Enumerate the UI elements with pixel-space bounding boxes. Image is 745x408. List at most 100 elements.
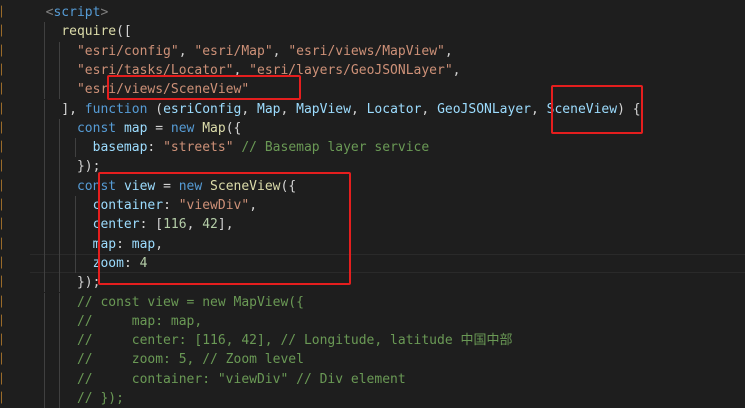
code-token: basemap [92,140,148,156]
indent-guide [43,80,45,100]
highlight-box-param [551,85,643,134]
code-token: // container: "viewDiv" // Div element [76,371,406,387]
line-marker: ▏ [1,45,7,57]
code-line[interactable]: // center: [116, 42], // Longitude, lati… [30,331,745,351]
indent-guide [59,60,61,81]
line-marker: ▏ [1,277,7,289]
indent-guide [59,176,61,196]
indent-guide [74,253,76,274]
code-token: , [272,43,289,59]
line-marker: ▏ [1,161,7,173]
code-line[interactable]: "esri/config", "esri/Map", "esri/views/M… [30,41,745,61]
code-token: "streets" [163,140,234,156]
indent-guide [74,138,76,158]
indent-guide [43,311,45,332]
indent-guide [59,311,61,332]
line-marker: ▏ [1,354,7,366]
indent-guide [43,253,45,274]
code-token: // }); [76,391,124,406]
indent-guide [74,234,76,254]
code-token: , [178,43,195,59]
code-line[interactable]: // const view = new MapView({ [30,292,745,312]
line-marker: ▏ [1,103,7,115]
code-line[interactable]: // map: map, [30,311,745,332]
code-token: , [530,101,547,117]
code-line[interactable]: require([ [30,22,745,42]
code-token: esriConfig [163,101,242,117]
code-token: , [280,101,297,117]
highlight-box-import [107,75,301,100]
code-token: ( [147,101,164,117]
code-line[interactable]: // zoom: 5, // Zoom level [30,350,745,370]
indent-guide [59,196,61,216]
code-token: ({ [225,120,242,136]
code-token: map [123,120,148,136]
indent-guide [59,157,61,177]
indent-guide [59,273,61,293]
indent-guide [43,138,45,158]
code-token: "esri/config" [76,43,179,59]
indent-guide [43,196,45,216]
indent-guide [43,215,45,235]
indent-guide [59,80,61,100]
indent-guide [59,350,61,370]
indent-guide [43,99,45,119]
line-marker: ▏ [1,7,7,18]
code-token: // const view = new MapView({ [76,294,304,310]
code-token: > [100,5,109,20]
line-marker: ▏ [1,64,7,76]
indent-guide [59,234,61,254]
indent-guide [59,331,61,351]
code-token: script [53,5,101,20]
code-editor[interactable]: ▏ ▏ ▏ ▏ ▏ ▏ ▏ ▏ ▏ ▏ ▏ ▏ ▏ ▏ ▏ ▏ ▏ ▏ ▏ ▏ ▏ <script> require([… [0,0,745,408]
indent-guide [59,389,61,408]
code-token: , [421,101,438,117]
code-token: Map [202,120,226,136]
indent-guide [43,157,45,177]
indent-guide [43,41,45,61]
line-marker: ▏ [1,393,7,404]
code-token: const [76,120,117,136]
code-line[interactable]: // }); [30,389,745,408]
code-token: Map [257,101,281,117]
indent-guide [59,118,61,139]
line-marker: ▏ [1,122,7,134]
code-token: ([ [116,24,132,40]
code-token: = [147,120,171,136]
code-token: GeoJSONLayer [437,101,531,117]
indent-guide [59,41,61,61]
code-line[interactable]: // container: "viewDiv" // Div element [30,369,745,389]
indent-guide [59,253,61,274]
code-token: require [61,24,117,40]
indent-guide [43,118,45,139]
code-token: , [350,101,367,117]
indent-guide [43,273,45,293]
code-line[interactable]: <script> [30,3,745,22]
indent-guide [59,369,61,389]
code-token: , [452,62,461,78]
indent-guide [59,215,61,235]
line-marker: ▏ [1,180,7,192]
indent-guide [74,215,76,235]
code-token: new [170,120,195,136]
code-token: , [241,101,258,117]
line-marker: ▏ [1,26,7,38]
indent-guide [43,331,45,351]
indent-guide [43,22,45,42]
code-token: // Basemap layer service [241,140,430,156]
code-line[interactable]: basemap: "streets" // Basemap layer serv… [30,138,745,158]
